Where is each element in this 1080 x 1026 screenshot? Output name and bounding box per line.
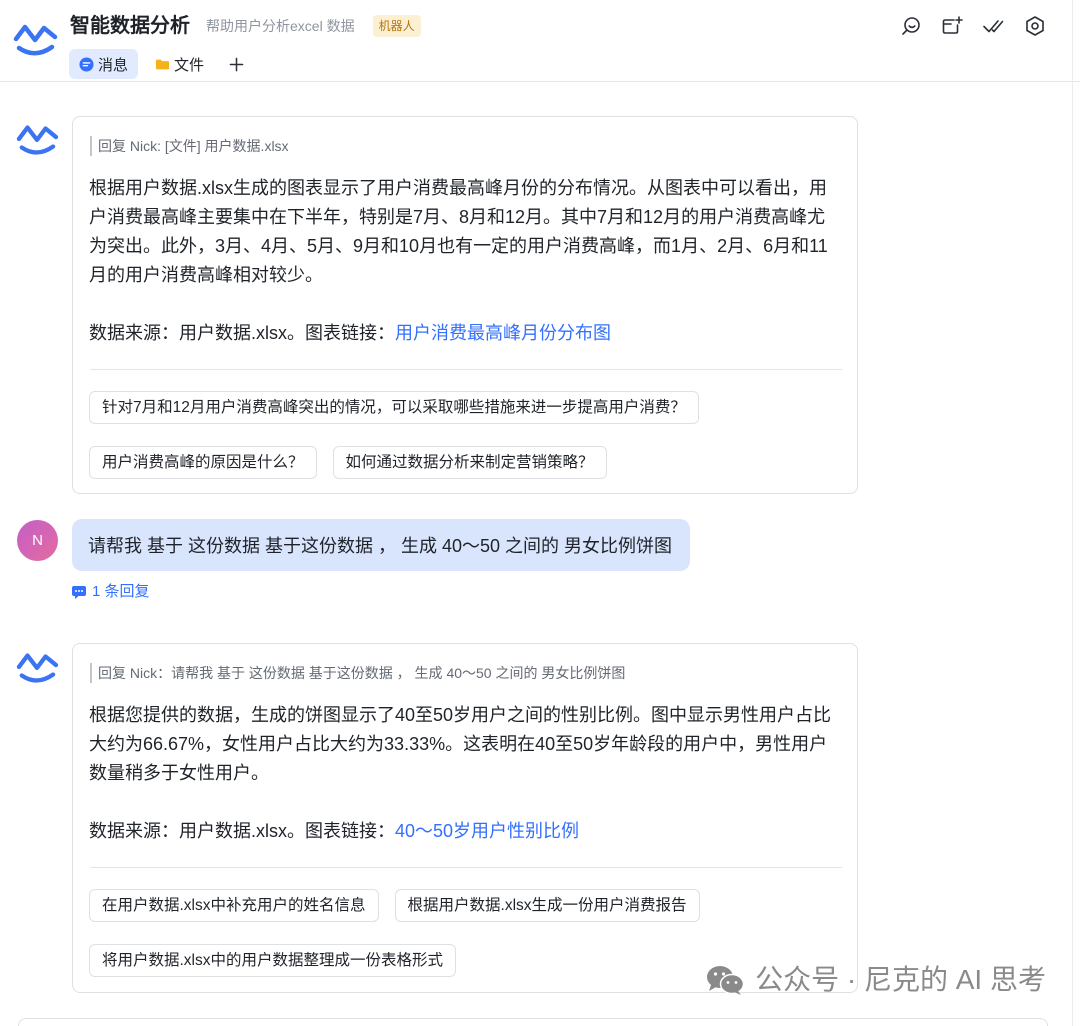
- suggestion-chip[interactable]: 针对7月和12月用户消费高峰突出的情况，可以采取哪些措施来进一步提高用户消费？: [89, 391, 699, 424]
- search-chat-icon: [900, 15, 922, 37]
- divider: [90, 369, 842, 370]
- chat-window: 智能数据分析 帮助用户分析excel 数据 机器人 消息 文件 回复 Nick:…: [0, 0, 1080, 1026]
- user-avatar: N: [17, 520, 58, 561]
- chat-subtitle: 帮助用户分析excel 数据: [206, 18, 355, 34]
- new-window-icon: [941, 15, 963, 37]
- chat-header: 智能数据分析 帮助用户分析excel 数据 机器人 消息 文件: [0, 0, 1080, 82]
- suggestion-chip[interactable]: 如何通过数据分析来制定营销策略？: [332, 446, 607, 479]
- tab-messages[interactable]: 消息: [69, 49, 139, 79]
- wechat-icon: [705, 964, 745, 996]
- plus-icon: [229, 57, 244, 72]
- add-tab-button[interactable]: [221, 49, 251, 79]
- message-input-box[interactable]: [18, 1018, 1048, 1026]
- suggestion-chip[interactable]: 在用户数据.xlsx中补充用户的姓名信息: [89, 889, 379, 922]
- tab-files[interactable]: 文件: [145, 49, 214, 79]
- reply-quote: 回复 Nick: [文件] 用户数据.xlsx: [90, 136, 841, 156]
- suggestion-list: 针对7月和12月用户消费高峰突出的情况，可以采取哪些措施来进一步提高用户消费？ …: [89, 391, 841, 479]
- settings-button[interactable]: [1024, 15, 1046, 37]
- reply-icon: [71, 584, 87, 600]
- suggestion-chip[interactable]: 根据用户数据.xlsx生成一份用户消费报告: [394, 889, 700, 922]
- settings-icon: [1024, 15, 1046, 37]
- chart-link[interactable]: 40～50岁用户性别比例: [395, 821, 579, 841]
- user-message-text: 请帮我 基于 这份数据 基于这份数据 ， 生成 40～50 之间的 男女比例饼图: [88, 536, 673, 556]
- tab-label: 文件: [174, 56, 205, 74]
- data-source-line: 数据来源：用户数据.xlsx。图表链接：用户消费最高峰月份分布图: [89, 319, 841, 348]
- watermark: 公众号 · 尼克的 AI 思考: [705, 963, 1046, 997]
- bot-avatar-icon: [15, 647, 59, 685]
- source-text: 数据来源：用户数据.xlsx。图表链接：: [89, 821, 395, 841]
- divider: [90, 867, 842, 868]
- mark-done-icon: [982, 15, 1004, 37]
- reply-count: 1 条回复: [92, 583, 150, 600]
- user-message-bubble: 请帮我 基于 这份数据 基于这份数据 ， 生成 40～50 之间的 男女比例饼图: [72, 519, 691, 571]
- folder-icon: [155, 57, 170, 72]
- watermark-text: 公众号 · 尼克的 AI 思考: [755, 964, 1046, 995]
- chart-link[interactable]: 用户消费最高峰月份分布图: [395, 323, 611, 343]
- avatar-letter: N: [32, 532, 43, 549]
- new-window-button[interactable]: [941, 15, 963, 37]
- chat-title: 智能数据分析: [70, 15, 190, 37]
- message-body: 根据用户数据.xlsx生成的图表显示了用户消费最高峰月份的分布情况。从图表中可以…: [89, 178, 828, 285]
- window-border: [1072, 0, 1073, 1026]
- message-body: 根据您提供的数据，生成的饼图显示了40至50岁用户之间的性别比例。图中显示男性用…: [89, 705, 832, 783]
- mark-done-button[interactable]: [982, 15, 1004, 37]
- title-row: 智能数据分析 帮助用户分析excel 数据 机器人: [70, 11, 421, 41]
- bot-logo-icon: [12, 18, 58, 58]
- search-chat-button[interactable]: [900, 15, 922, 37]
- source-text: 数据来源：用户数据.xlsx。图表链接：: [89, 323, 395, 343]
- data-source-line: 数据来源：用户数据.xlsx。图表链接：40～50岁用户性别比例: [89, 817, 841, 846]
- bot-message-card: 回复 Nick：请帮我 基于 这份数据 基于这份数据 ， 生成 40～50 之间…: [72, 643, 858, 993]
- reply-quote: 回复 Nick：请帮我 基于 这份数据 基于这份数据 ， 生成 40～50 之间…: [90, 663, 841, 683]
- message-icon: [79, 56, 94, 72]
- thread-replies-link[interactable]: 1 条回复: [71, 582, 150, 602]
- suggestion-chip[interactable]: 用户消费高峰的原因是什么？: [89, 446, 317, 479]
- suggestion-chip[interactable]: 将用户数据.xlsx中的用户数据整理成一份表格形式: [89, 944, 457, 977]
- bot-message-card: 回复 Nick: [文件] 用户数据.xlsx 根据用户数据.xlsx生成的图表…: [72, 116, 858, 494]
- tab-bar: 消息 文件: [69, 49, 251, 79]
- tab-label: 消息: [98, 56, 129, 74]
- bot-badge: 机器人: [372, 15, 421, 37]
- bot-avatar-icon: [15, 119, 59, 157]
